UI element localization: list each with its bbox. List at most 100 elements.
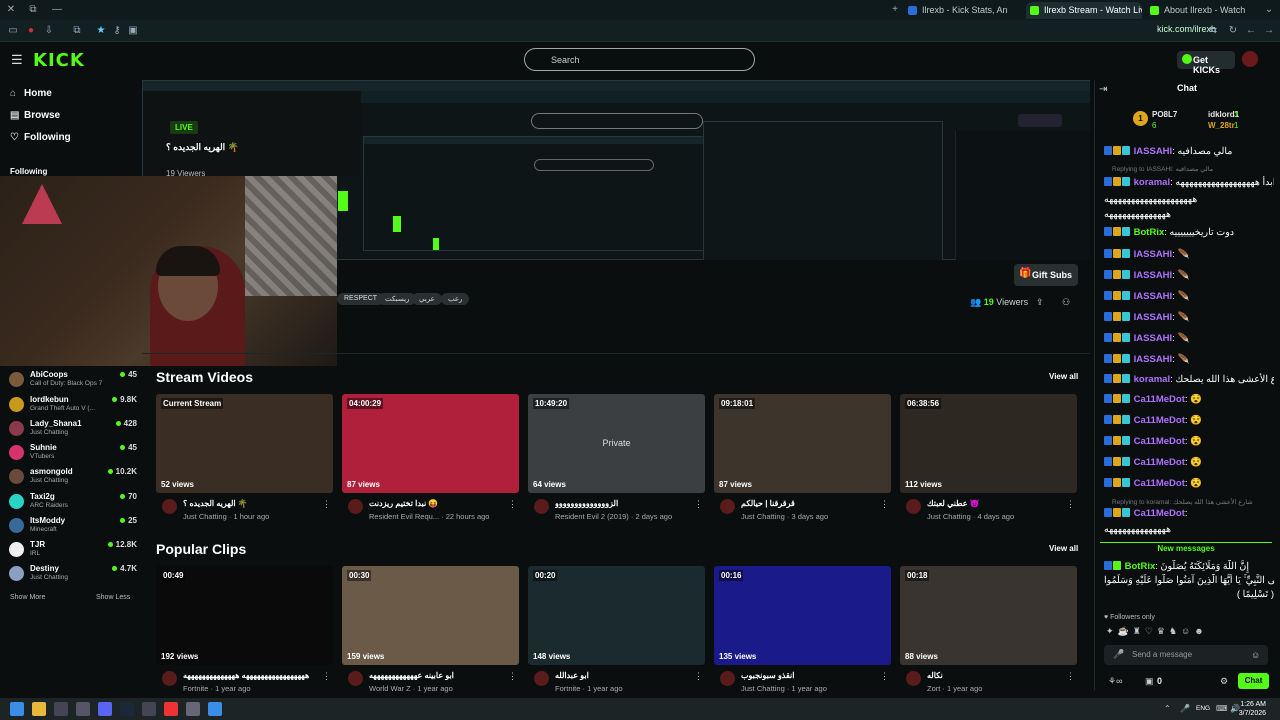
chat-username[interactable]: Ca11MeDot: [1134, 457, 1185, 468]
steam-icon[interactable]: [120, 702, 134, 716]
chat-username[interactable]: IASSAHI: [1134, 249, 1173, 260]
card-title[interactable]: نكاله: [927, 671, 1067, 680]
card-title[interactable]: عطني لعبتك 😈: [927, 499, 1067, 508]
chat-username[interactable]: IASSAHI: [1134, 354, 1173, 365]
key-icon[interactable]: ⚷: [110, 24, 124, 38]
sidebar-channel[interactable]: Destiny Just Chatting 4.7K: [9, 564, 137, 584]
more-options-icon[interactable]: ⋮: [508, 499, 517, 510]
thumbnail[interactable]: 00:16 135 views: [714, 566, 891, 665]
channel-avatar[interactable]: [720, 671, 735, 686]
chat-username[interactable]: Ca11MeDot: [1134, 436, 1185, 447]
show-less-link[interactable]: Show Less: [96, 594, 130, 601]
video-card[interactable]: 09:18:01 87 views قرقرقنا | حيالكم Just Cha…: [714, 394, 891, 534]
video-card[interactable]: 10:49:20 Private 64 views الزوووووووووووووو…: [528, 394, 705, 534]
top-gifter-name[interactable]: PO8L7: [1152, 110, 1177, 119]
more-options-icon[interactable]: ⋮: [322, 499, 331, 510]
kick-logo[interactable]: KICK: [33, 50, 85, 71]
nav-following[interactable]: ♡ Following: [10, 132, 71, 143]
thumbnail[interactable]: Current Stream 52 views: [156, 394, 333, 493]
thumbnail[interactable]: 06:38:56 112 views: [900, 394, 1077, 493]
chat-username[interactable]: Ca11MeDot: [1134, 478, 1185, 489]
sidebar-channel[interactable]: asmongold Just Chatting 10.2K: [9, 467, 137, 487]
card-title[interactable]: ابو عبدالله: [555, 671, 695, 680]
channel-avatar[interactable]: [348, 499, 363, 514]
gift-subs-button[interactable]: 🎁 Gift Subs: [1014, 264, 1078, 286]
card-title[interactable]: انقذو سبونجبوب: [741, 671, 881, 680]
search-input[interactable]: Search: [524, 48, 755, 71]
browser-tab-about[interactable]: About Ilrexb - Watch Live on Ki: [1146, 2, 1246, 19]
thumbnail[interactable]: 00:30 159 views: [342, 566, 519, 665]
stream-tag[interactable]: عربي: [412, 293, 442, 305]
channel-avatar[interactable]: [162, 499, 177, 514]
chat-username[interactable]: koramal: [1134, 177, 1170, 188]
clip-card[interactable]: 00:49 192 views هههههههههههههههههه ههههههه…: [156, 566, 333, 706]
app-icon[interactable]: [76, 702, 90, 716]
stream-videos-view-all[interactable]: View all: [1049, 372, 1078, 381]
show-more-link[interactable]: Show More: [10, 594, 45, 601]
stream-tag[interactable]: ريسبكت: [378, 293, 417, 305]
sidebar-channel[interactable]: AbiCoops Call of Duty: Black Ops 7 45: [9, 370, 137, 390]
more-options-icon[interactable]: ⋮: [1066, 499, 1075, 510]
bookmark-star-icon[interactable]: ★: [94, 24, 108, 38]
system-clock[interactable]: 1:26 AM 3/7/2026: [1239, 700, 1266, 718]
reload-icon[interactable]: ↻: [1226, 24, 1240, 38]
more-options-icon[interactable]: ⋮: [694, 671, 703, 682]
back-icon[interactable]: ←: [1244, 24, 1258, 38]
more-options-icon[interactable]: ⋮: [322, 671, 331, 682]
mic-icon[interactable]: 🎤: [1113, 649, 1124, 660]
card-title[interactable]: نبدا تختيم ريزدنت 😝: [369, 499, 509, 508]
chat-username[interactable]: Ca11MeDot: [1134, 394, 1185, 405]
app-icon[interactable]: [208, 702, 222, 716]
forward-icon[interactable]: →: [1262, 24, 1276, 38]
sidebar-channel[interactable]: Taxi2g ARC Raiders 70: [9, 492, 137, 512]
thumbnail[interactable]: 10:49:20 Private 64 views: [528, 394, 705, 493]
emote-bar[interactable]: ✦☕♜♡♛♞☺☻: [1106, 626, 1208, 637]
sidebar-channel[interactable]: Suhnie VTubers 45: [9, 443, 137, 463]
browser-icon[interactable]: [164, 702, 178, 716]
more-options-icon[interactable]: ⋮: [880, 499, 889, 510]
app-icon[interactable]: [186, 702, 200, 716]
channel-avatar[interactable]: [348, 671, 363, 686]
chat-username[interactable]: BotRix: [1134, 227, 1165, 238]
chat-send-button[interactable]: Chat: [1238, 673, 1269, 689]
channel-avatar[interactable]: [906, 671, 921, 686]
tray-chevron-icon[interactable]: ⌃: [1164, 704, 1171, 713]
minimize-window-icon[interactable]: —: [50, 3, 64, 17]
chat-username[interactable]: IASSAHI: [1134, 146, 1173, 157]
chat-username[interactable]: IASSAHI: [1134, 270, 1173, 281]
profile-icon[interactable]: ●: [24, 24, 38, 38]
sidebar-channel[interactable]: TJR IRL 12.8K: [9, 540, 137, 560]
card-title[interactable]: الهريه الجديده ؟ 🌴: [183, 499, 323, 508]
card-title[interactable]: الزوووووووووووووو: [555, 499, 695, 508]
channel-avatar[interactable]: [162, 671, 177, 686]
more-options-icon[interactable]: ⋮: [694, 499, 703, 510]
restore-window-icon[interactable]: ⧉: [26, 3, 40, 17]
downloads-icon[interactable]: ⇩: [42, 24, 56, 38]
thumbnail[interactable]: 00:20 148 views: [528, 566, 705, 665]
stream-tag[interactable]: رعب: [441, 293, 470, 305]
hamburger-menu-icon[interactable]: ☰: [11, 52, 23, 68]
sidebar-channel[interactable]: ItsModdy Minecraft 25: [9, 516, 137, 536]
thumbnail[interactable]: 00:49 192 views: [156, 566, 333, 665]
sidebar-toggle-icon[interactable]: ▭: [6, 24, 20, 38]
chat-username[interactable]: Ca11MeDot: [1134, 508, 1185, 519]
nav-home[interactable]: ⌂ Home: [10, 88, 52, 99]
channel-avatar[interactable]: [534, 671, 549, 686]
more-options-icon[interactable]: ⋮: [1066, 671, 1075, 682]
tab-search-icon[interactable]: ⌄: [1262, 3, 1276, 17]
extensions-icon[interactable]: ⧉: [70, 24, 84, 38]
close-window-icon[interactable]: ✕: [4, 3, 18, 17]
clip-card[interactable]: 00:18 88 views نكاله Zort · 1 year ago ⋮: [900, 566, 1077, 706]
sidebar-channel[interactable]: Lady_Shana1 Just Chatting 428: [9, 419, 137, 439]
emoji-icon[interactable]: ☺: [1251, 650, 1260, 660]
chat-username[interactable]: IASSAHI: [1134, 333, 1173, 344]
user-avatar[interactable]: [1242, 51, 1258, 67]
video-card[interactable]: 04:00:29 87 views نبدا تختيم ريزدنت 😝 Resid…: [342, 394, 519, 534]
stream-tag[interactable]: RESPECT: [337, 293, 385, 305]
video-card[interactable]: 06:38:56 112 views عطني لعبتك 😈 Just Chatti…: [900, 394, 1077, 534]
channel-avatar[interactable]: [906, 499, 921, 514]
file-explorer-icon[interactable]: [32, 702, 46, 716]
chat-username[interactable]: Ca11MeDot: [1134, 415, 1185, 426]
language-indicator[interactable]: ENG: [1196, 705, 1210, 712]
channel-avatar[interactable]: [720, 499, 735, 514]
